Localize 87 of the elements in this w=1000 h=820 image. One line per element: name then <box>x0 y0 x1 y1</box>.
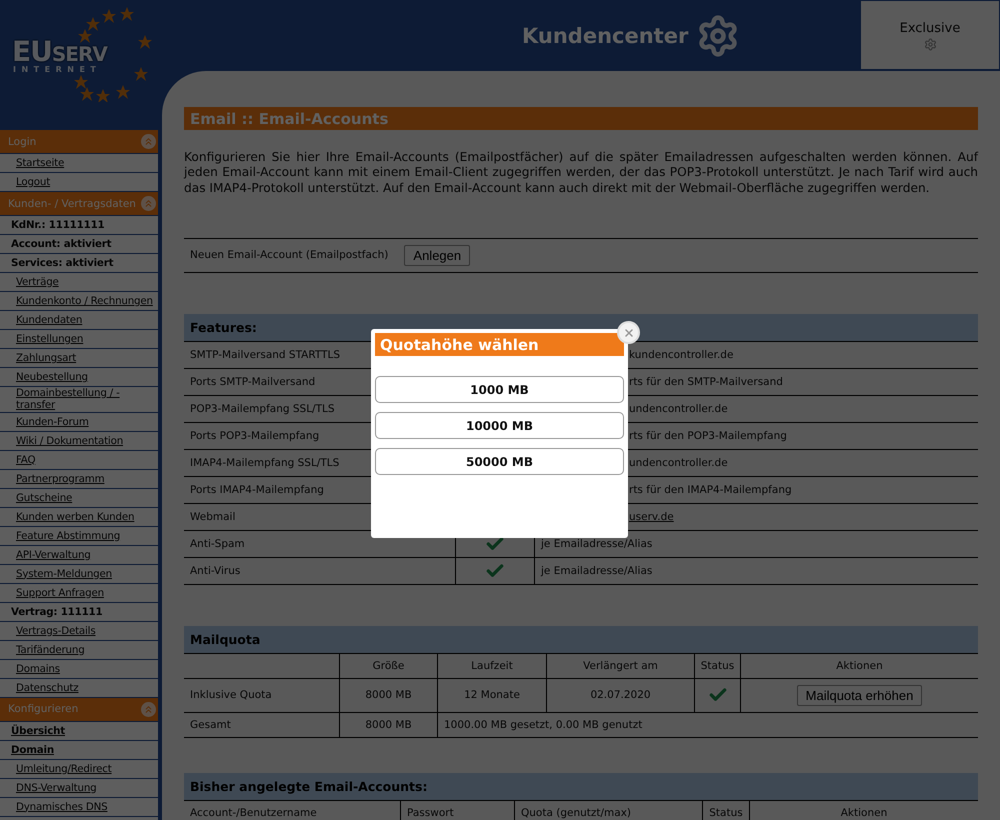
logo-subtitle: INTERNET <box>13 65 102 74</box>
sidebar-link[interactable]: Übersicht <box>0 722 158 741</box>
sidebar-header[interactable]: Login <box>8 136 36 148</box>
quota-option-button[interactable]: 1000 MB <box>375 376 624 403</box>
sidebar-link[interactable]: Tarifänderung <box>0 640 158 660</box>
webmail-link[interactable]: userv.de <box>629 510 674 523</box>
sidebar-info: KdNr.: 11111111 <box>0 216 158 235</box>
table-cell: kundencontroller.de <box>629 348 734 361</box>
close-icon <box>622 326 634 338</box>
table-cell: je Emailadresse/Alias <box>541 538 652 550</box>
sidebar-link[interactable]: DNS-Verwaltung <box>0 778 158 798</box>
sidebar-info: Vertrag: 111111 <box>0 602 158 622</box>
quota-option-button[interactable]: 10000 MB <box>375 412 624 439</box>
table-cell: Ports SMTP-Mailversand <box>190 376 316 388</box>
increase-quota-button[interactable]: Mailquota erhöhen <box>796 684 922 706</box>
sidebar-link[interactable]: Kunden-Forum <box>0 412 158 432</box>
sidebar-info: Services: aktiviert <box>0 254 158 273</box>
sidebar-link[interactable]: API-Verwaltung <box>0 546 158 565</box>
table-cell: je Emailadresse/Alias <box>541 564 652 577</box>
create-button[interactable]: Anlegen <box>404 244 470 266</box>
sidebar-link[interactable]: Einstellungen <box>0 330 158 349</box>
logo-text: EUSERV <box>12 38 107 66</box>
sidebar-link[interactable]: Kundendaten <box>0 311 158 330</box>
sidebar-link[interactable]: Zahlungsart <box>0 349 158 368</box>
sidebar-link[interactable]: Startseite <box>0 154 158 173</box>
table-cell: Webmail <box>190 510 236 523</box>
gear-icon <box>924 38 936 51</box>
table-cell: Ports IMAP4-Mailempfang <box>190 484 324 496</box>
table-cell: SMTP-Mailversand STARTTLS <box>190 348 340 361</box>
column-header: Aktionen <box>836 660 883 672</box>
table-cell: Anti-Virus <box>190 564 240 577</box>
table-cell: undencontroller.de <box>629 456 728 469</box>
sidebar-link[interactable]: Dynamisches DNS <box>0 798 158 817</box>
table-cell: 8000 MB <box>365 718 412 731</box>
sidebar-link[interactable]: Domainbestellung / -transfer <box>0 387 158 413</box>
sidebar-link[interactable]: Domain <box>0 740 158 760</box>
table-cell: rts für den SMTP-Mailversand <box>629 376 783 388</box>
dialog-title: Quotahöhe wählen <box>380 336 539 354</box>
quota-option-button[interactable]: 50000 MB <box>375 448 624 475</box>
column-header: Größe <box>372 660 404 672</box>
page-title: Email :: Email-Accounts <box>190 110 388 128</box>
table-cell: Ports POP3-Mailempfang <box>190 430 320 442</box>
table-cell: 8000 MB <box>365 689 412 702</box>
sidebar-link[interactable]: Umleitung/Redirect <box>0 760 158 779</box>
table-cell: Gesamt <box>190 718 231 731</box>
sidebar-link[interactable]: Partnerprogramm <box>0 470 158 489</box>
table-cell: 12 Monate <box>464 689 520 702</box>
section-title: Bisher angelegte Email-Accounts: <box>190 778 428 794</box>
column-header: Status <box>700 660 734 672</box>
table-cell: Inklusive Quota <box>190 689 272 702</box>
column-header: Laufzeit <box>471 660 513 672</box>
collapse-icon[interactable] <box>141 196 156 211</box>
header-title: Kundencenter <box>522 24 688 48</box>
collapse-icon[interactable] <box>141 702 156 717</box>
sidebar-link[interactable]: Vertrags-Details <box>0 622 158 641</box>
collapse-icon[interactable] <box>141 134 156 149</box>
table-cell: 02.07.2020 <box>590 689 651 702</box>
table-cell: Anti-Spam <box>190 538 245 550</box>
sidebar-link[interactable]: Kundenkonto / Rechnungen <box>0 292 158 311</box>
new-account-label: Neuen Email-Account (Emailpostfach) <box>190 249 388 262</box>
sidebar-link[interactable]: System-Meldungen <box>0 564 158 584</box>
column-header: Passwort <box>407 806 454 819</box>
sidebar-link[interactable]: Wiki / Dokumentation <box>0 432 158 451</box>
table-cell: 1000.00 MB gesetzt, 0.00 MB genutzt <box>444 718 642 731</box>
table-cell: POP3-Mailempfang SSL/TLS <box>190 402 335 415</box>
sidebar-link[interactable]: FAQ <box>0 450 158 470</box>
sidebar-link[interactable]: Neubestellung <box>0 368 158 387</box>
section-title: Features: <box>190 320 257 335</box>
table-cell: IMAP4-Mailempfang SSL/TLS <box>190 456 340 469</box>
table-cell: undencontroller.de <box>629 402 728 415</box>
sidebar-info: Account: aktiviert <box>0 235 158 254</box>
plan-name: Exclusive <box>900 21 960 36</box>
sidebar-link[interactable]: Support Anfragen <box>0 584 158 603</box>
intro-text: Konfigurieren Sie hier Ihre Email-Accounts (Emailpostfächer) auf die später Emailadressen aufgeschalten werden können. Auf jeden Email-Account kann mit einem Email-Client zugegriffen werden, der das POP3-Protokoll unterstützt. Je nach Tarif wird auch das IMAP4-Protokoll unterstützt. Auf den Email-Account kann auch direkt mit der Webmail-Oberfläche zugegriffen werden. <box>184 150 978 196</box>
sidebar-link[interactable]: Verträge <box>0 273 158 292</box>
column-header: Account-/Benutzername <box>190 806 317 819</box>
column-header: Quota (genutzt/max) <box>521 806 632 819</box>
sidebar-link[interactable]: Gutscheine <box>0 488 158 508</box>
sidebar-link[interactable]: Kunden werben Kunden <box>0 508 158 527</box>
table-cell: rts für den POP3-Mailempfang <box>629 430 787 442</box>
table-cell: rts für den IMAP4-Mailempfang <box>629 484 792 496</box>
section-title: Mailquota <box>190 632 260 647</box>
sidebar-link[interactable]: Domains <box>0 660 158 679</box>
sidebar-link[interactable]: Feature Abstimmung <box>0 526 158 546</box>
column-header: Verlängert am <box>583 660 658 672</box>
column-header: Aktionen <box>840 806 888 819</box>
column-header: Status <box>709 806 743 819</box>
